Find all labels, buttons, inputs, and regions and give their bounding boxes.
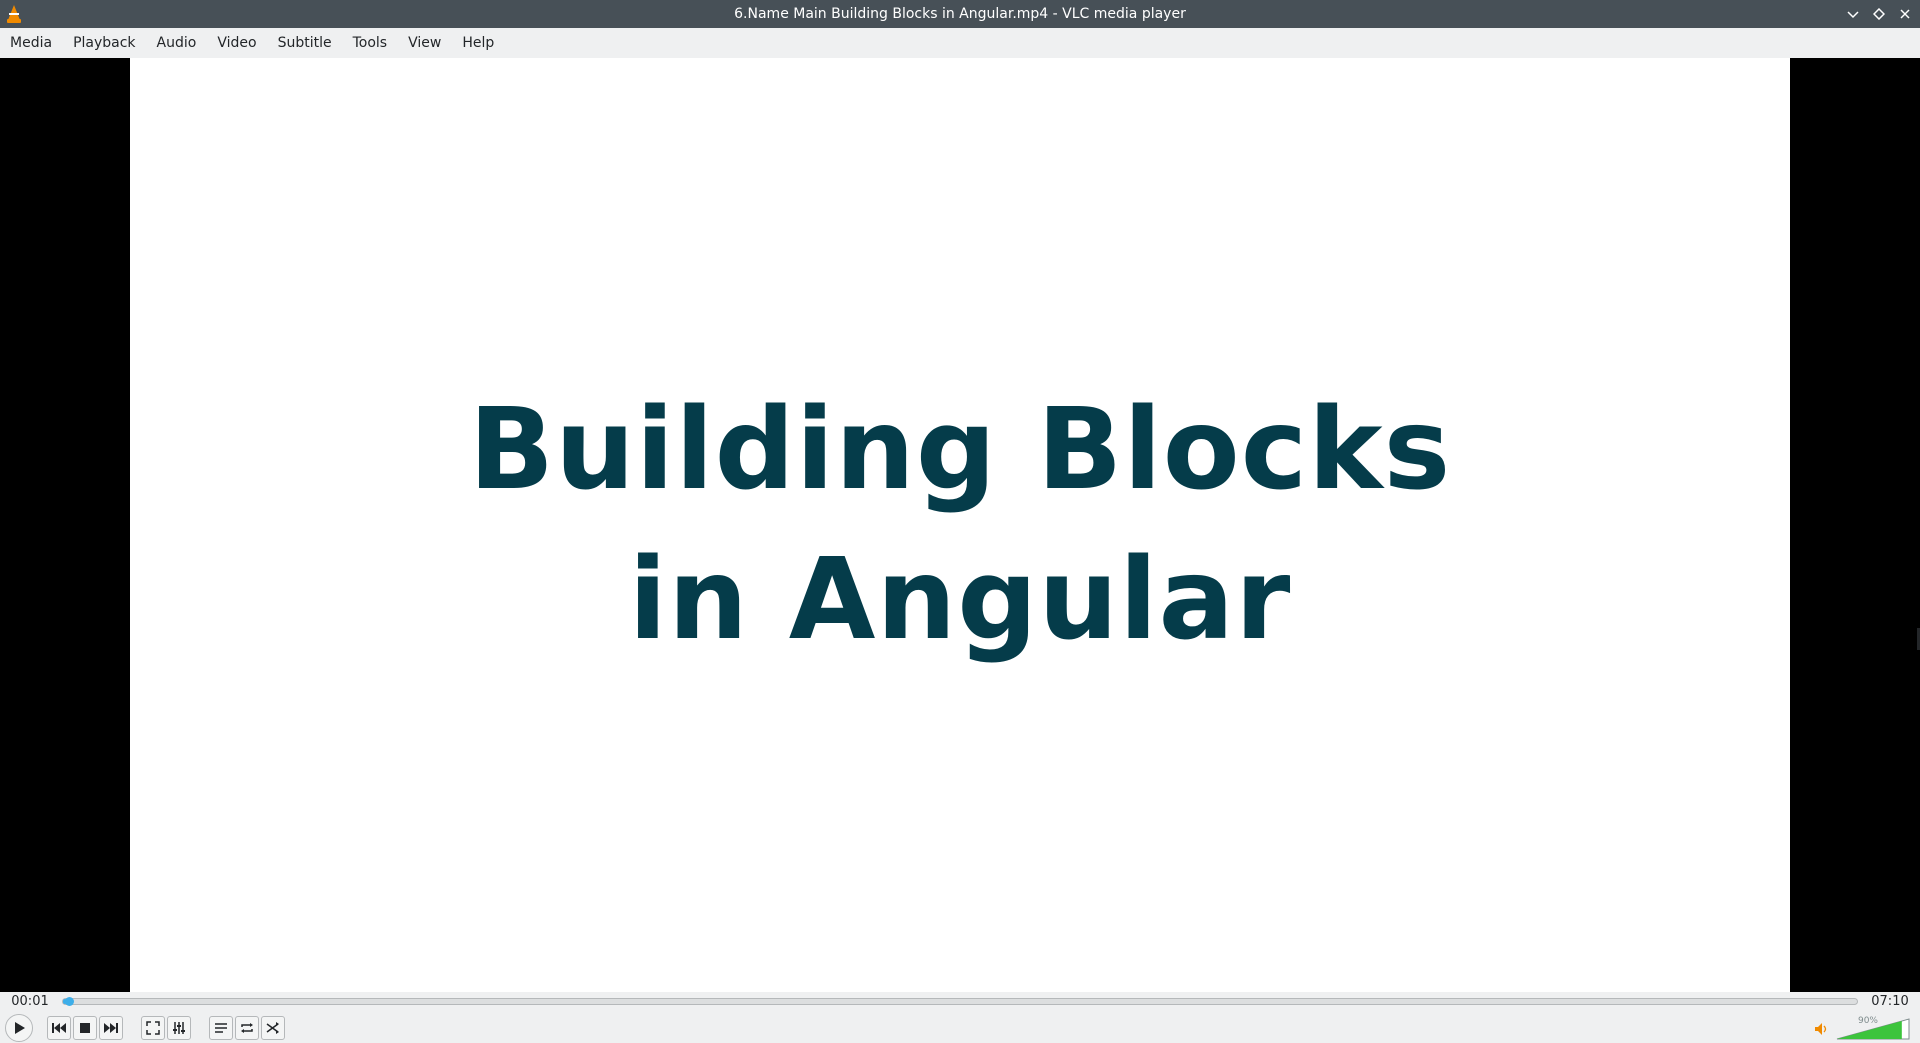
controls-bar: [0, 1012, 1920, 1043]
mute-button[interactable]: [1814, 1021, 1830, 1040]
skip-forward-icon: [104, 1022, 118, 1033]
fullscreen-icon: [146, 1020, 160, 1035]
menu-media[interactable]: Media: [4, 28, 58, 58]
slide-title-line-1: Building Blocks: [468, 385, 1452, 515]
menu-subtitle[interactable]: Subtitle: [272, 28, 338, 58]
stop-icon: [80, 1022, 90, 1033]
playlist-icon: [215, 1022, 227, 1033]
next-button[interactable]: [99, 1015, 123, 1040]
seek-row: 00:01 07:10: [0, 992, 1920, 1010]
loop-icon: [241, 1022, 253, 1033]
seek-handle[interactable]: [64, 996, 74, 1006]
menu-bar: Media Playback Audio Video Subtitle Tool…: [0, 28, 1920, 58]
menu-help[interactable]: Help: [456, 28, 500, 58]
extended-settings-button[interactable]: [167, 1015, 191, 1040]
volume-level: [1837, 1021, 1902, 1039]
video-frame[interactable]: Building Blocks in Angular: [130, 58, 1790, 992]
chevron-down-icon[interactable]: [1844, 5, 1862, 23]
loop-button[interactable]: [235, 1015, 259, 1040]
video-area[interactable]: Building Blocks in Angular: [0, 58, 1920, 992]
stop-button[interactable]: [73, 1015, 97, 1040]
slide-title-line-2: in Angular: [628, 535, 1292, 665]
menu-audio[interactable]: Audio: [151, 28, 203, 58]
window-title: 6.Name Main Building Blocks in Angular.m…: [734, 6, 1186, 22]
fullscreen-button[interactable]: [141, 1015, 165, 1040]
menu-tools[interactable]: Tools: [347, 28, 394, 58]
menu-view[interactable]: View: [402, 28, 447, 58]
play-icon: [15, 1021, 25, 1034]
speaker-icon: [1815, 1023, 1827, 1035]
window-controls: [1844, 0, 1914, 28]
menu-playback[interactable]: Playback: [67, 28, 141, 58]
seek-slider[interactable]: [62, 996, 1858, 1006]
volume-control: [1814, 1016, 1910, 1040]
total-time[interactable]: 07:10: [1860, 994, 1920, 1009]
playlist-button[interactable]: [209, 1015, 233, 1040]
diamond-icon[interactable]: [1870, 5, 1888, 23]
menu-video[interactable]: Video: [211, 28, 262, 58]
shuffle-icon: [266, 1021, 279, 1034]
play-button[interactable]: [5, 1013, 33, 1042]
vlc-cone-icon[interactable]: [5, 4, 23, 24]
close-icon[interactable]: [1896, 5, 1914, 23]
skip-back-icon: [52, 1022, 66, 1033]
shuffle-button[interactable]: [261, 1015, 285, 1040]
elapsed-time[interactable]: 00:01: [0, 994, 60, 1009]
volume-slider[interactable]: [1836, 1018, 1910, 1040]
title-bar: 6.Name Main Building Blocks in Angular.m…: [0, 0, 1920, 28]
equalizer-icon: [173, 1021, 185, 1034]
previous-button[interactable]: [47, 1015, 71, 1040]
